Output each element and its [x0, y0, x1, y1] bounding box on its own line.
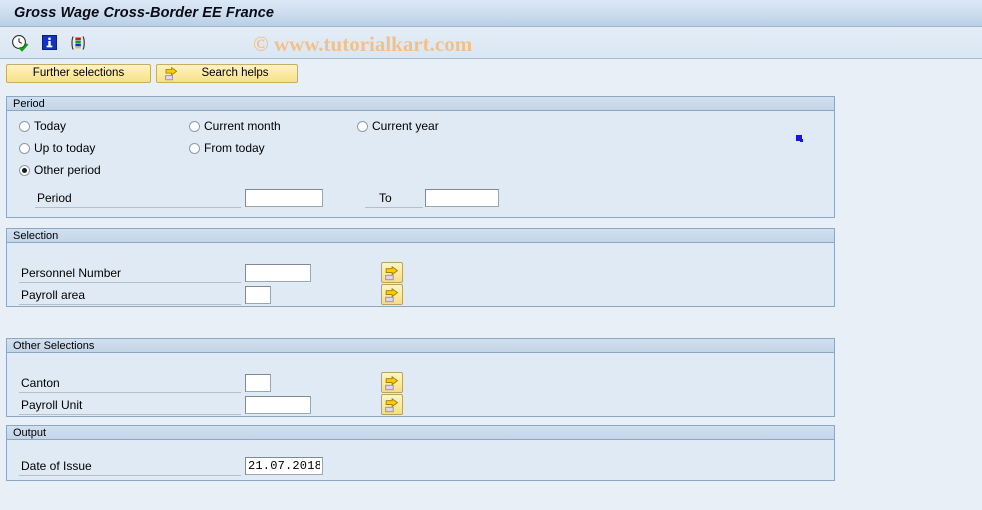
application-toolbar	[0, 27, 982, 59]
output-panel-header: Output	[7, 426, 834, 440]
radio-up-to-today-label: Up to today	[34, 141, 96, 155]
other-selections-panel: Other Selections Canton Payroll Unit	[6, 338, 835, 417]
multi-selection-arrow-icon	[385, 397, 399, 412]
radio-from-today-indicator	[189, 142, 200, 154]
further-selections-label: Further selections	[32, 67, 125, 79]
period-to-label: To	[365, 190, 423, 208]
radio-from-today[interactable]: From today	[189, 141, 265, 155]
radio-other-period-indicator	[19, 164, 30, 176]
radio-up-to-today[interactable]: Up to today	[19, 141, 95, 155]
radio-current-year-indicator	[357, 120, 368, 132]
canton-label: Canton	[19, 375, 241, 393]
radio-from-today-label: From today	[204, 141, 265, 155]
period-from-input[interactable]	[245, 189, 323, 207]
canton-input[interactable]	[245, 374, 271, 392]
execute-clock-icon[interactable]	[10, 33, 30, 53]
info-icon[interactable]	[39, 33, 59, 53]
payroll-unit-label: Payroll Unit	[19, 397, 241, 415]
search-helps-button[interactable]: Search helps	[156, 63, 298, 83]
personnel-number-multi-select-button[interactable]	[381, 262, 403, 283]
personnel-number-label: Personnel Number	[19, 265, 241, 283]
selection-panel-header: Selection	[7, 229, 834, 243]
period-from-label: Period	[35, 190, 241, 208]
output-panel: Output Date of Issue	[6, 425, 835, 481]
period-panel-body: Today Current month Current year Up to t…	[7, 111, 834, 217]
radio-other-period[interactable]: Other period	[19, 163, 101, 177]
radio-up-to-today-indicator	[19, 142, 30, 154]
radio-today-indicator	[19, 120, 30, 132]
date-of-issue-label: Date of Issue	[19, 458, 241, 476]
radio-current-year-label: Current year	[372, 119, 439, 133]
radio-today[interactable]: Today	[19, 119, 66, 133]
payroll-unit-input[interactable]	[245, 396, 311, 414]
multi-selection-arrow-icon	[385, 287, 399, 302]
mouse-cursor-artifact	[796, 135, 803, 142]
other-selections-panel-body: Canton Payroll Unit	[7, 353, 834, 416]
radio-today-label: Today	[34, 119, 67, 133]
personnel-number-input[interactable]	[245, 264, 311, 282]
radio-other-period-label: Other period	[34, 163, 101, 177]
search-helps-label: Search helps	[201, 67, 269, 79]
date-of-issue-input[interactable]	[245, 457, 323, 475]
radio-current-year[interactable]: Current year	[357, 119, 439, 133]
multi-selection-arrow-icon	[385, 265, 399, 280]
page-title: Gross Wage Cross-Border EE France	[14, 5, 275, 21]
search-help-arrow-icon	[164, 66, 179, 81]
payroll-unit-multi-select-button[interactable]	[381, 394, 403, 415]
payroll-area-multi-select-button[interactable]	[381, 284, 403, 305]
selection-panel: Selection Personnel Number Payroll area	[6, 228, 835, 307]
other-selections-panel-header: Other Selections	[7, 339, 834, 353]
output-panel-body: Date of Issue	[7, 440, 834, 480]
radio-current-month-label: Current month	[204, 119, 281, 133]
radio-current-month-indicator	[189, 120, 200, 132]
canton-multi-select-button[interactable]	[381, 372, 403, 393]
variant-bars-icon[interactable]	[68, 33, 88, 53]
multi-selection-arrow-icon	[385, 375, 399, 390]
selection-button-row: Further selections Search helps	[0, 59, 982, 84]
selection-panel-body: Personnel Number Payroll area	[7, 243, 834, 306]
further-selections-button[interactable]: Further selections	[6, 63, 151, 83]
period-panel-header: Period	[7, 97, 834, 111]
period-panel: Period Today Current month Current year …	[6, 96, 835, 218]
window-title-bar: Gross Wage Cross-Border EE France	[0, 0, 982, 27]
radio-current-month[interactable]: Current month	[189, 119, 281, 133]
period-to-input[interactable]	[425, 189, 499, 207]
payroll-area-label: Payroll area	[19, 287, 241, 305]
payroll-area-input[interactable]	[245, 286, 271, 304]
